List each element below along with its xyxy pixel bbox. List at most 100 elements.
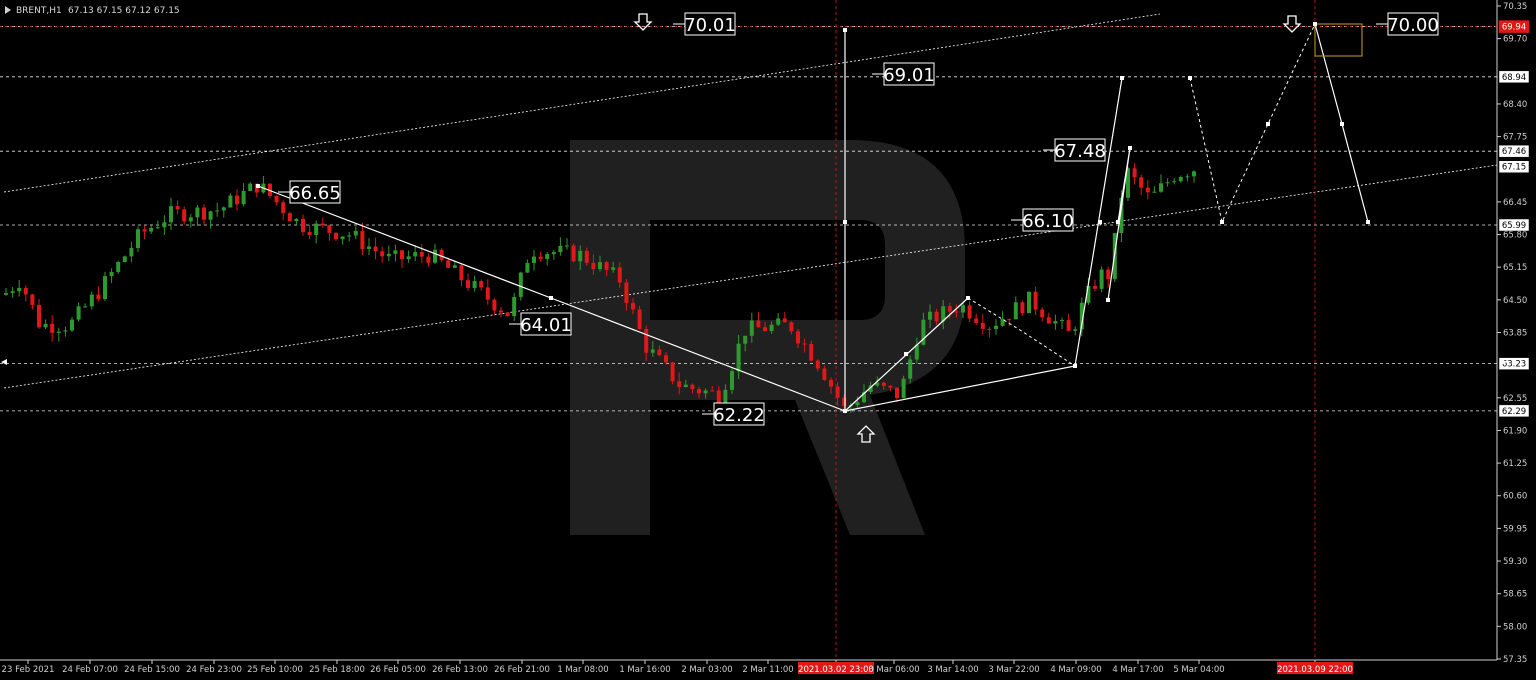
candle-body	[1073, 329, 1078, 331]
price-level-tag-label: 62.29	[1502, 407, 1526, 417]
candle-body	[116, 261, 121, 272]
price-tick-label: 69.70	[1503, 35, 1527, 45]
candle-body	[433, 249, 437, 263]
candle-body	[657, 349, 662, 356]
candle-body	[30, 294, 35, 306]
candle-body	[4, 293, 8, 295]
time-tick-label: 2021.03.09 22:00	[1277, 665, 1353, 675]
level-marker	[1, 359, 7, 365]
candle-body	[716, 390, 721, 404]
candle-body	[1066, 320, 1071, 331]
candle-body	[545, 254, 550, 259]
candle-body	[855, 402, 860, 406]
candle-body	[512, 296, 517, 317]
candle-body	[908, 359, 913, 379]
candle-body	[809, 343, 814, 361]
candle-body	[400, 250, 404, 260]
annotation-label: 62.22	[713, 405, 765, 426]
candle-body	[155, 227, 160, 229]
candle-body	[499, 310, 503, 313]
candle-body	[83, 306, 88, 308]
candle-body	[63, 330, 68, 332]
candle-body	[248, 183, 253, 192]
annotation-label: 67.48	[1054, 141, 1106, 162]
wave-point	[549, 296, 553, 300]
candle-body	[558, 245, 563, 253]
candle-body	[637, 309, 642, 330]
price-tick-label: 61.90	[1503, 426, 1527, 436]
time-tick-label: 1 Mar 08:00	[557, 665, 608, 675]
candle-body	[380, 251, 385, 257]
price-tick-label: 68.40	[1503, 100, 1527, 110]
candle-body	[650, 349, 655, 353]
candle-body	[1046, 317, 1051, 324]
annotation-label: 69.01	[883, 65, 935, 86]
candle-body	[1185, 176, 1190, 178]
candle-body	[149, 227, 154, 232]
down-arrow-icon	[1282, 15, 1302, 33]
time-tick-label: 3 Mar 14:00	[927, 665, 978, 675]
candle-body	[360, 231, 365, 250]
candle-body	[815, 360, 820, 369]
time-tick-label: 3 Mar 06:00	[868, 665, 919, 675]
candle-body	[136, 229, 140, 248]
wave-point	[1340, 122, 1344, 126]
price-level-tag-label: 67.15	[1502, 163, 1526, 173]
price-level-tag-label: 67.46	[1502, 147, 1526, 157]
candle-body	[578, 250, 583, 262]
wave-point	[1220, 220, 1224, 224]
candle-body	[1165, 182, 1170, 184]
candle-body	[888, 385, 893, 388]
candle-body	[538, 256, 543, 259]
candle-body	[901, 378, 906, 399]
time-tick-label: 2 Mar 11:00	[742, 665, 793, 675]
candle-body	[677, 381, 682, 388]
candle-body	[459, 265, 464, 281]
candle-body	[631, 303, 635, 310]
candle-body	[584, 250, 589, 263]
candle-body	[624, 282, 629, 304]
candle-body	[1033, 291, 1038, 310]
candle-body	[466, 280, 470, 288]
candle-body	[353, 231, 358, 236]
time-tick-label: 24 Feb 23:00	[186, 665, 242, 675]
candle-body	[320, 223, 325, 226]
candle-body	[895, 387, 899, 399]
price-tick-label: 59.95	[1503, 524, 1527, 534]
candle-body	[37, 305, 41, 328]
candle-body	[1099, 269, 1104, 289]
wave-point	[1266, 122, 1270, 126]
down-arrow-icon	[633, 13, 653, 31]
candle-body	[23, 287, 28, 295]
candle-body	[472, 281, 477, 288]
candle-body	[188, 217, 193, 222]
candle-body	[987, 328, 992, 330]
candle-body	[1020, 302, 1025, 314]
annotation-label: 70.00	[1387, 15, 1439, 36]
price-tick-label: 67.75	[1503, 133, 1527, 143]
candle-body	[505, 312, 510, 317]
wave-point	[1188, 76, 1192, 80]
wave-point	[843, 409, 847, 413]
candle-body	[56, 331, 61, 333]
candle-body	[301, 218, 305, 232]
price-tick-label: 61.25	[1503, 459, 1527, 469]
candle-body	[413, 252, 418, 257]
candle-body	[961, 305, 965, 313]
time-tick-label: 26 Feb 13:00	[432, 665, 488, 675]
candle-body	[683, 384, 688, 388]
price-chart: BRENT,H1 67.13 67.15 67.12 67.15 70.01 69…	[0, 0, 1530, 675]
wave-point	[1098, 220, 1102, 224]
price-tick-label: 57.35	[1503, 655, 1527, 665]
candle-body	[974, 318, 979, 323]
wave-point	[1128, 146, 1132, 150]
candle-body	[393, 250, 398, 254]
candle-body	[347, 235, 352, 237]
candle-body	[1159, 183, 1163, 192]
candle-body	[294, 218, 299, 222]
candle-body	[842, 397, 847, 406]
candle-body	[89, 294, 94, 307]
candle-body	[980, 322, 985, 329]
candle-body	[43, 323, 48, 328]
candle-body	[492, 299, 497, 311]
